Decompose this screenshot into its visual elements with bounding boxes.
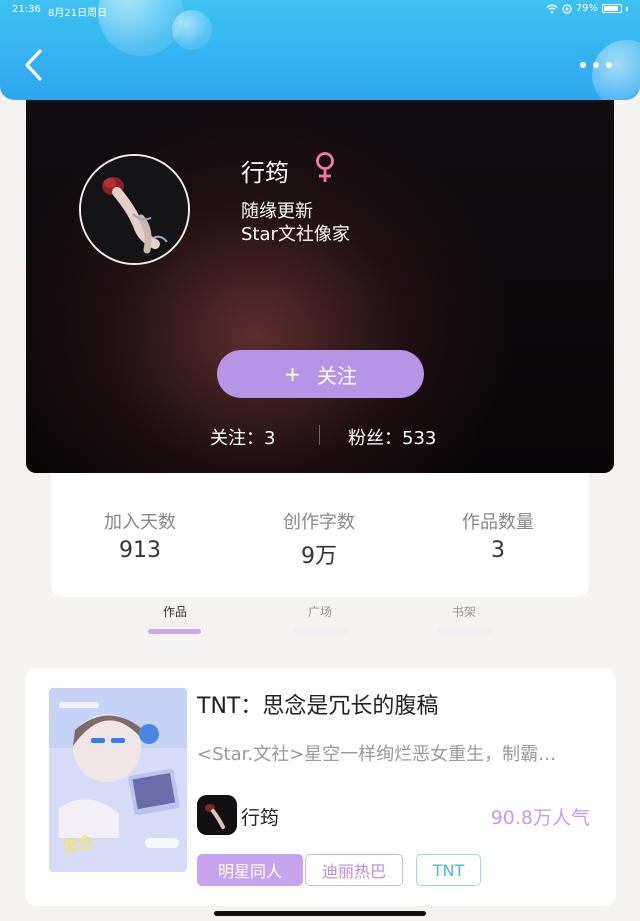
stat-value: 913 [119,538,161,563]
avatar-image [81,156,188,263]
tab-indicator [438,629,491,634]
book-cover[interactable]: 思念 [49,688,187,872]
follow-button[interactable]: + 关注 [217,350,424,398]
work-card[interactable]: 思念 TNT：思念是冗长的腹稿 <Star.文社>星空一样绚烂恶女重生，制霸… … [25,668,616,906]
profile-card: 行筠 随缘更新 Star文社像家 + 关注 关注：3 粉丝：533 [26,95,614,473]
home-indicator[interactable] [214,911,426,916]
user-bio-line-2: Star文社像家 [241,224,350,245]
work-summary: <Star.文社>星空一样绚烂恶女重生，制霸… [197,744,557,765]
stat-join-days: 加入天数 913 [70,508,210,563]
status-time: 21:36 [12,4,41,15]
stat-value: 9万 [301,544,337,569]
battery-percent: 79% [575,3,598,14]
fans-count[interactable]: 粉丝：533 [348,424,436,450]
popularity-count: 90.8万人气 [490,807,590,829]
female-icon [316,152,334,182]
plus-icon: + [284,362,301,386]
following-count[interactable]: 关注：3 [210,424,275,450]
top-header: 21:36 8月21日周日 79% [0,0,640,100]
stat-label: 加入天数 [104,512,176,533]
book-cover-image: 思念 [49,688,187,872]
tab-square[interactable]: 广场 [290,603,350,620]
more-horizontal-icon[interactable] [578,58,614,72]
avatar[interactable] [79,154,190,265]
status-bar: 21:36 8月21日周日 79% [0,0,640,20]
stat-word-count: 创作字数 9万 [249,508,389,570]
status-date: 8月21日周日 [48,8,108,19]
battery-tip [626,6,628,11]
author-stats-card: 加入天数 913 创作字数 9万 作品数量 3 [51,470,589,597]
stat-value: 3 [491,538,505,563]
location-icon [562,3,572,14]
author-name[interactable]: 行筠 [241,803,279,830]
user-name: 行筠 [241,159,289,187]
tag-dilraba[interactable]: 迪丽热巴 [305,854,403,886]
tag-tnt[interactable]: TNT [416,854,481,886]
tag-celebrity-fanfic[interactable]: 明星同人 [197,854,303,886]
stat-label: 创作字数 [283,512,355,533]
tab-indicator [294,629,347,634]
follow-stats: 关注：3 粉丝：533 [26,421,614,451]
tab-indicator-active [148,629,201,634]
wifi-icon [546,4,558,13]
battery-icon [602,4,622,13]
stat-label: 作品数量 [462,512,534,533]
profile-tabs: 作品 广场 书架 [0,598,640,638]
author-avatar-image [197,795,237,835]
divider [319,425,320,445]
tab-bookshelf[interactable]: 书架 [434,603,494,620]
stat-work-count: 作品数量 3 [428,508,568,563]
status-right: 79% [546,3,628,14]
author-avatar[interactable] [197,795,237,835]
follow-button-label: 关注 [316,363,357,388]
chevron-left-icon[interactable] [22,48,46,82]
work-title[interactable]: TNT：思念是冗长的腹稿 [197,688,438,720]
tab-works[interactable]: 作品 [145,603,205,620]
